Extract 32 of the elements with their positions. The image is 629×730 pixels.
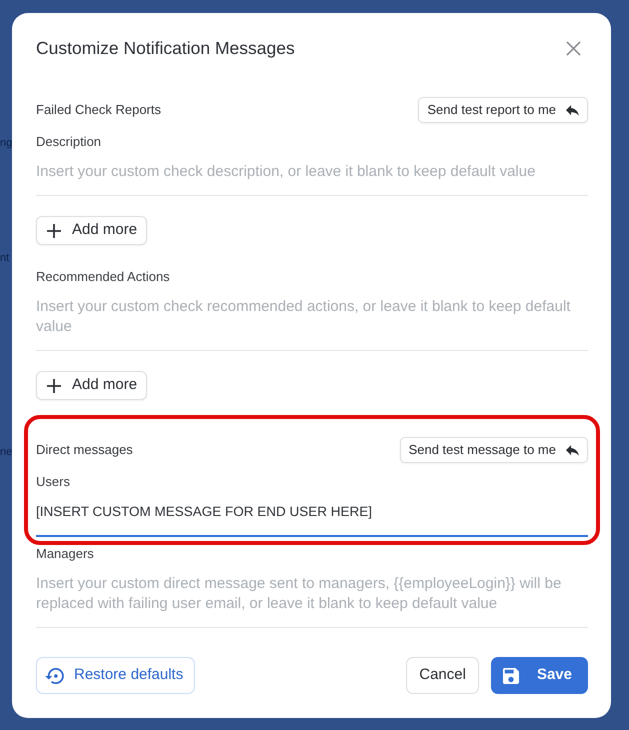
section-title: Direct messages (36, 441, 133, 460)
plus-icon (47, 224, 61, 238)
close-button[interactable] (566, 40, 581, 56)
text-input[interactable]: [INSERT CUSTOM MESSAGE FOR END USER HERE] (36, 502, 588, 522)
background-text: ne (0, 445, 12, 459)
background-text: ng (0, 136, 12, 150)
text-input[interactable]: Insert your custom direct message sent to managers, {{employeeLogin}} will be replaced with failing user email, or leave it blank to keep default value (36, 574, 588, 614)
cancel-button[interactable]: Cancel (406, 657, 479, 694)
dialog-title: Customize Notification Messages (36, 37, 295, 60)
close-icon (566, 40, 581, 56)
text-input-field[interactable]: Insert your custom check recommended actions, or leave it blank to keep default value (36, 297, 588, 351)
restore-defaults-button[interactable]: Restore defaults (36, 657, 196, 694)
send-test-button[interactable]: Send test report to me (418, 97, 588, 123)
background-text: nt (0, 251, 10, 265)
field-label: Managers (36, 545, 95, 563)
reply-arrow-icon (566, 444, 579, 456)
add-more-button[interactable]: Add more (36, 216, 148, 245)
reply-arrow-icon (566, 104, 579, 116)
send-test-button[interactable]: Send test message to me (400, 437, 588, 463)
text-input[interactable]: Insert your custom check recommended actions, or leave it blank to keep default value (36, 297, 588, 337)
text-input-field[interactable]: [INSERT CUSTOM MESSAGE FOR END USER HERE] (36, 502, 588, 537)
text-input[interactable]: Insert your custom check description, or leave it blank to keep default value (36, 162, 588, 182)
field-label: Recommended Actions (36, 268, 171, 286)
field-label: Description (36, 133, 102, 151)
add-more-button[interactable]: Add more (36, 371, 148, 400)
text-input-field[interactable]: Insert your custom check description, or leave it blank to keep default value (36, 162, 588, 196)
plus-icon (47, 378, 61, 392)
circular-arrow-icon (45, 668, 64, 684)
field-label: Users (36, 473, 71, 491)
text-input-field[interactable]: Insert your custom direct message sent to managers, {{employeeLogin}} will be replaced with failing user email, or leave it blank to keep default value (36, 574, 588, 628)
save-button[interactable]: Save (490, 657, 588, 694)
section-title: Failed Check Reports (36, 101, 161, 120)
